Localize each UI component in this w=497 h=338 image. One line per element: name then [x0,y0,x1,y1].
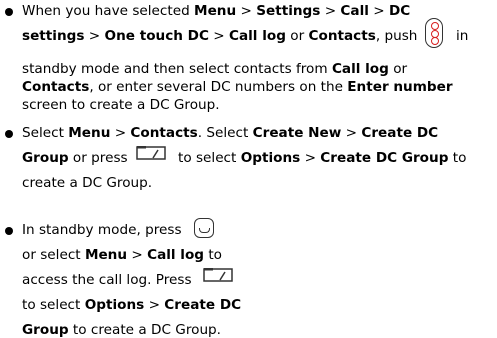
text-run: > [236,3,257,19]
call-key-symbol [199,228,210,233]
text-run: or select [22,247,85,263]
text-run: > [341,125,362,141]
bullet-dot [5,8,13,16]
ui-path-term: Contacts [308,28,376,44]
ui-path-term: Options [84,297,145,313]
soft-key-shape [136,145,166,160]
ui-path-term: One touch DC [104,28,209,44]
text-run: or press [68,150,128,166]
text-run: or [388,61,408,77]
dc-key-dot [430,37,439,45]
ui-path-term: Options [240,150,301,166]
text-run: When you have selected [22,3,195,19]
ui-path-term: Menu [194,3,237,19]
text-run: > [320,3,341,19]
text-run: > [127,247,148,263]
text-run: or [285,28,309,44]
ui-path-term: Enter number [347,79,453,95]
text-line: Select Menu > Contacts. Select Create Ne… [22,125,438,141]
soft-key-shape [203,267,233,282]
text-run: Select [22,125,69,141]
text-line: settings > One touch DC > Call log or Co… [22,28,417,44]
ui-path-term: Call log [147,247,205,263]
text-run: > [300,150,321,166]
text-run: , push [375,28,418,44]
text-run: standby mode and then select contacts fr… [22,61,332,77]
dc-key-dot [430,22,439,30]
text-run: > [368,3,389,19]
ui-path-term: Create DC Group [320,150,449,166]
ui-path-term: Create DC [164,297,242,313]
text-line: create a DC Group. [22,175,152,191]
left-soft-key-icon [203,267,233,282]
text-line: to select Options > Create DC Group to [178,150,466,166]
ui-path-term: Create New [252,125,342,141]
ui-path-term: Contacts [22,79,90,95]
text-line: standby mode and then select contacts fr… [22,61,407,77]
text-run: to [448,150,467,166]
text-run: , or enter several DC numbers on the [89,79,348,95]
ui-path-term: Group [22,150,69,166]
page: { "bullets": [ { "lines": [ [ {"t": "Whe… [0,0,497,338]
text-line: Group or press [22,150,128,166]
text-run: to create a DC Group. [68,322,222,338]
text-run: > [84,28,105,44]
text-run: to [204,247,222,263]
text-run: to select [178,150,241,166]
ui-path-term: Contacts [130,125,198,141]
text-line: access the call log. Press [22,272,192,288]
ui-path-term: Menu [68,125,111,141]
text-run: > [144,297,165,313]
text-line: to select Options > Create DC [22,297,241,313]
ui-path-term: Menu [84,247,128,263]
text-line: Contacts, or enter several DC numbers on… [22,79,453,95]
ui-path-term: Call [340,3,369,19]
text-line: or select Menu > Call log to [22,247,222,263]
ui-path-term: Group [22,322,69,338]
ui-path-term: Create DC [361,125,439,141]
text-run: screen to create a DC Group. [22,97,220,113]
dc-key-icon [425,18,443,48]
text-run: > [110,125,131,141]
text-run: In standby mode, press [22,222,182,238]
text-run: . Select [197,125,253,141]
ui-path-term: Call log [229,28,286,44]
ui-path-term: Call log [331,61,389,77]
text-run: > [208,28,229,44]
text-line: When you have selected Menu > Settings >… [22,3,410,19]
bullet-dot [5,227,13,235]
text-line: in [456,28,468,44]
text-run: to select [22,297,85,313]
ui-path-term: settings [22,28,85,44]
bullet-dot [5,130,13,138]
text-line: screen to create a DC Group. [22,97,220,113]
text-run: create a DC Group. [22,175,153,191]
call-key-icon [194,218,214,238]
ui-path-term: Settings [256,3,321,19]
text-line: Group to create a DC Group. [22,322,221,338]
text-line: In standby mode, press [22,222,182,238]
left-soft-key-icon [136,145,166,160]
text-run: access the call log. Press [22,272,192,288]
text-run: in [456,28,469,44]
ui-path-term: DC [388,3,411,19]
